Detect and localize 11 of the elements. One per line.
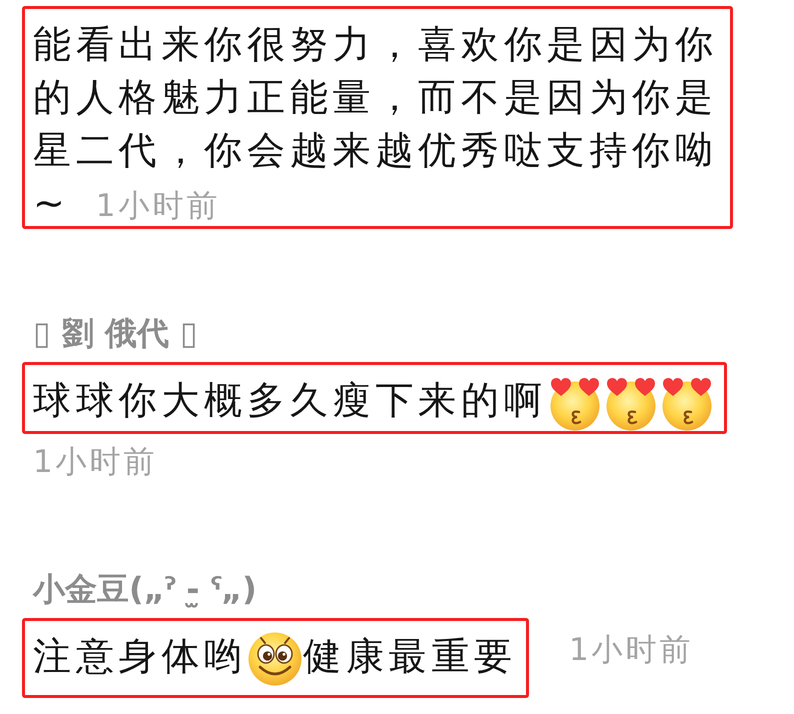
comment-text: ~ xyxy=(33,181,70,225)
smiling-face-icon xyxy=(247,630,303,686)
comment-text: 球球你大概多久瘦下来的啊 xyxy=(33,378,547,422)
comment-text: 注意身体哟 xyxy=(33,634,247,678)
timestamp: 1小时前 xyxy=(569,630,694,670)
username[interactable]: 小金豆(„ˀ -̫ ˁ„) xyxy=(33,568,257,609)
timestamp: 1小时前 xyxy=(96,188,220,224)
comment-text: 能看出来你很努力，喜欢你是因为你的人格魅力正能量，而不是因为你是星二代，你会越来越优秀哒支持你呦 xyxy=(33,22,718,172)
comment-text: 健康最重要 xyxy=(303,634,517,678)
timestamp: 1小时前 xyxy=(33,444,158,480)
username[interactable]: ▯ 劉 俄代 ▯ xyxy=(33,313,198,353)
